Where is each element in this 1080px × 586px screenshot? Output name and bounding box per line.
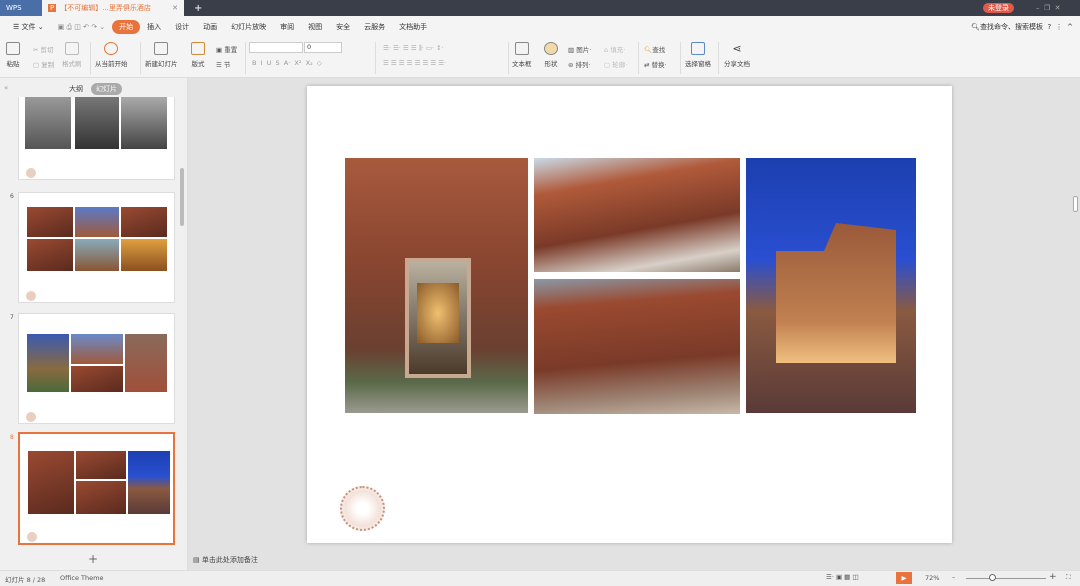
tab-slideshow[interactable]: 幻灯片放映 — [224, 20, 273, 34]
arrange-button[interactable]: ⊜ 排列· — [568, 59, 591, 69]
select-pane-icon — [691, 42, 705, 55]
shape-icon — [544, 42, 558, 55]
login-button[interactable]: 未登录 — [983, 3, 1014, 13]
photo-entrance — [345, 158, 528, 413]
title-bar: WPS P 【不可编辑】...里弄俱乐酒店 ✕ + 未登录 – ❐ ✕ — [0, 0, 1080, 16]
picture-button[interactable]: ▨ 图片· — [568, 44, 591, 54]
slide-thumbnail-5[interactable] — [18, 97, 175, 180]
slide-thumbnail-8-selected[interactable] — [18, 432, 175, 545]
zoom-in-button[interactable]: + — [1049, 572, 1057, 582]
logo-seal — [340, 486, 385, 531]
app-name: WPS — [6, 4, 22, 12]
window-controls[interactable]: – ❐ ✕ — [1030, 0, 1067, 16]
search-label: 查找命令、搜索模板 — [980, 23, 1044, 31]
tab-view[interactable]: 视图 — [301, 20, 329, 34]
new-slide-icon — [154, 42, 169, 55]
format-painter-button[interactable]: 格式刷 — [62, 42, 82, 68]
tab-assistant[interactable]: 文档助手 — [392, 20, 434, 34]
section-button[interactable]: ☰ 节 — [216, 59, 230, 69]
zoom-level[interactable]: 72% — [925, 574, 939, 582]
photo-alley — [534, 279, 740, 414]
file-menu[interactable]: ☰ 文件 ⌄ — [6, 20, 51, 34]
select-pane-button[interactable]: 选择窗格 — [685, 42, 711, 68]
font-size-select[interactable]: 0 — [304, 42, 342, 53]
notes-placeholder: 单击此处添加备注 — [201, 556, 258, 564]
tab-home[interactable]: 开始 — [112, 20, 141, 34]
tab-animation[interactable]: 动画 — [196, 20, 224, 34]
tab-review[interactable]: 审阅 — [273, 20, 301, 34]
layout-icon — [191, 42, 205, 55]
document-title: 【不可编辑】...里弄俱乐酒店 — [60, 4, 151, 12]
reset-button[interactable]: ▣ 重置 — [216, 44, 237, 54]
notes-area[interactable]: ▤ 单击此处添加备注 — [193, 555, 258, 565]
slide-number: 6 — [10, 193, 14, 200]
slide-thumbnail-6[interactable] — [18, 192, 175, 303]
replace-button[interactable]: ⇄ 替换· — [644, 59, 667, 69]
play-icon — [104, 42, 119, 55]
canvas-scrollbar[interactable] — [1073, 196, 1078, 212]
panel-scrollbar[interactable] — [180, 168, 184, 226]
textbox-icon — [514, 42, 529, 55]
font-format-buttons[interactable]: B I U S A· X² X₂ ◇ — [252, 59, 322, 67]
ribbon: 粘贴 ✂ 剪切 ▢ 复制 格式刷 从当前开始 新建幻灯片 版式 ▣ 重置 ☰ 节… — [0, 38, 1080, 78]
menu-bar: ☰ 文件 ⌄ ▣ ⎙ ◫ ↶ ↷ ⌄ 开始 插入 设计 动画 幻灯片放映 审阅 … — [0, 16, 1080, 38]
share-icon: ⋖ — [732, 42, 742, 55]
photo-night-facade — [746, 158, 916, 413]
shape-button[interactable]: 形状 — [544, 42, 558, 68]
fit-window-icon[interactable]: ⛶ — [1066, 573, 1071, 582]
brush-icon — [64, 42, 79, 55]
new-slide-button[interactable]: 新建幻灯片 — [145, 42, 178, 68]
tab-slides[interactable]: 幻灯片 — [91, 83, 122, 95]
view-buttons[interactable]: ☰· ▣ ▦ ◫ — [826, 573, 859, 581]
quick-access-icons[interactable]: ▣ ⎙ ◫ ↶ ↷ ⌄ — [51, 21, 113, 34]
tab-cloud[interactable]: 云服务 — [357, 20, 392, 34]
photo-rooftops — [534, 158, 740, 272]
command-search[interactable]: 🔍︎查找命令、搜索模板 ? ⋮ ^ — [964, 20, 1080, 34]
add-slide-button[interactable]: + — [88, 552, 98, 566]
wps-home-tab[interactable]: WPS — [0, 0, 42, 16]
zoom-slider-handle[interactable] — [989, 574, 996, 581]
zoom-slider[interactable] — [966, 578, 1046, 579]
tab-security[interactable]: 安全 — [329, 20, 357, 34]
file-label: 文件 — [21, 23, 36, 31]
theme-name: Office Theme — [60, 574, 104, 582]
slide-number: 7 — [10, 314, 14, 321]
fill-button[interactable]: ⌂ 填充· — [604, 44, 625, 54]
play-slideshow-button[interactable]: ▶ — [896, 572, 912, 584]
outline-button[interactable]: ▢ 轮廓· — [604, 59, 627, 69]
paste-icon — [6, 42, 20, 55]
notes-icon: ▤ — [193, 556, 200, 564]
tab-outline[interactable]: 大纲 — [69, 84, 83, 94]
find-button[interactable]: 🔍︎查找 — [644, 44, 665, 54]
layout-button[interactable]: 版式 — [191, 42, 205, 68]
status-bar: 幻灯片 8 / 28 Office Theme ☰· ▣ ▦ ◫ ▶ 72% –… — [0, 570, 1080, 586]
document-tab[interactable]: P 【不可编辑】...里弄俱乐酒店 ✕ — [42, 0, 184, 16]
slide-canvas[interactable] — [307, 86, 952, 543]
paste-button[interactable]: 粘贴 — [6, 42, 20, 68]
align-buttons[interactable]: ☰ ☰ ☰ ☰ ☰ ☰ ☰ ☰· — [383, 59, 446, 67]
slide-thumbnail-7[interactable] — [18, 313, 175, 424]
share-button[interactable]: ⋖ 分享文档 — [724, 42, 750, 68]
login-label: 未登录 — [988, 4, 1009, 12]
ppt-icon: P — [48, 4, 57, 12]
zoom-out-button[interactable]: – — [952, 573, 955, 581]
font-family-select[interactable] — [249, 42, 303, 53]
new-tab-button[interactable]: + — [188, 0, 208, 16]
logo-mark — [26, 168, 36, 178]
copy-button[interactable]: ▢ 复制 — [33, 59, 54, 69]
cut-button[interactable]: ✂ 剪切 — [33, 44, 54, 54]
collapse-panel-icon[interactable]: « — [4, 84, 8, 92]
tab-insert[interactable]: 插入 — [140, 20, 168, 34]
slide-number: 8 — [10, 434, 14, 441]
tab-design[interactable]: 设计 — [168, 20, 196, 34]
textbox-button[interactable]: 文本框 — [512, 42, 532, 68]
slide-counter: 幻灯片 8 / 28 — [5, 576, 46, 584]
play-from-current-button[interactable]: 从当前开始 — [95, 42, 128, 68]
paragraph-buttons[interactable]: ☰· ☰· ☰ ☰ ⫼· ▭· ↕· — [383, 44, 444, 53]
search-icon: 🔍︎ — [971, 23, 981, 31]
slide-panel: « 大纲 幻灯片 6 7 8 + — [0, 78, 188, 570]
close-tab-icon[interactable]: ✕ — [172, 4, 178, 12]
